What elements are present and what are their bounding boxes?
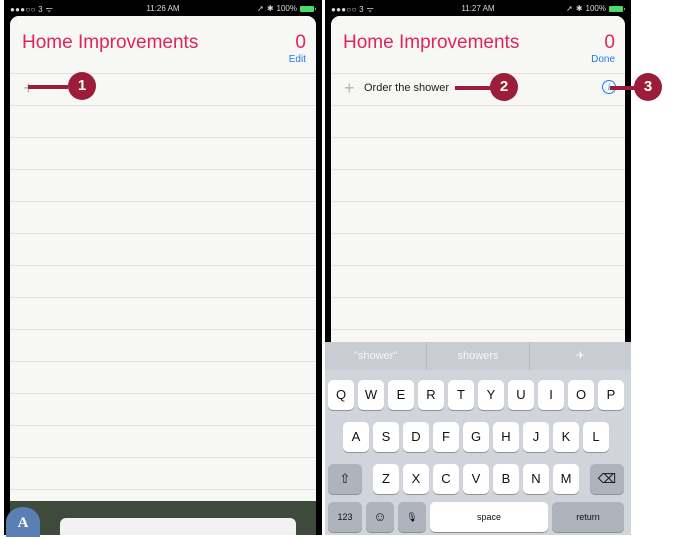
battery-icon [300,5,316,12]
key-n[interactable]: N [523,464,549,494]
callout-a: A [6,507,40,537]
list-title: Home Improvements [22,32,199,53]
status-bar: ●●●○○ 3 ᯤ 11:27 AM ➚ ✱ 100% [325,0,631,16]
done-button[interactable]: Done [591,54,615,65]
bluetooth-icon: ✱ [575,4,583,13]
callout-1: 1 [68,72,96,100]
key-k[interactable]: K [553,422,579,452]
callout-3: 3 [634,73,662,101]
suggestion-3[interactable]: ✈ [530,342,631,370]
list-header: Home Improvements 0 Edit [10,16,316,74]
item-count: 0 [604,32,615,53]
right-phone-screen: ●●●○○ 3 ᯤ 11:27 AM ➚ ✱ 100% Home Improve… [325,0,631,535]
status-bar: ●●●○○ 3 ᯤ 11:26 AM ➚ ✱ 100% [4,0,322,16]
suggestion-2[interactable]: showers [427,342,530,370]
divider [10,73,316,74]
battery-percent: 100% [585,4,606,13]
status-right: ➚ ✱ 100% [257,4,316,13]
keyboard: "shower" showers ✈ Q W E R T Y U I O P A… [325,342,631,535]
key-r[interactable]: R [418,380,444,410]
shift-key[interactable]: ⇧ [328,464,362,494]
callout-2-pointer [455,86,495,90]
key-i[interactable]: I [538,380,564,410]
add-reminder-plus-icon[interactable]: + [344,79,355,97]
item-count: 0 [295,32,306,53]
scheduled-list-bar [10,501,316,535]
return-key[interactable]: return [552,502,624,532]
numbers-key[interactable]: 123 [328,502,362,532]
key-a[interactable]: A [343,422,369,452]
stacked-list-card[interactable] [60,518,296,535]
delete-key[interactable]: ⌫ [590,464,624,494]
key-b[interactable]: B [493,464,519,494]
reminder-text-input[interactable]: Order the shower [364,82,449,94]
left-phone-screen: ●●●○○ 3 ᯤ 11:26 AM ➚ ✱ 100% Home Improve… [4,0,322,535]
key-s[interactable]: S [373,422,399,452]
callout-1-pointer [28,85,68,89]
bluetooth-icon: ✱ [266,4,274,13]
key-x[interactable]: X [403,464,429,494]
divider [331,73,625,74]
key-w[interactable]: W [358,380,384,410]
microphone-icon[interactable]: 🎙 [398,502,426,532]
status-right: ➚ ✱ 100% [566,4,625,13]
key-f[interactable]: F [433,422,459,452]
key-j[interactable]: J [523,422,549,452]
key-q[interactable]: Q [328,380,354,410]
battery-percent: 100% [276,4,297,13]
key-e[interactable]: E [388,380,414,410]
key-m[interactable]: M [553,464,579,494]
key-u[interactable]: U [508,380,534,410]
suggestion-1[interactable]: "shower" [325,342,428,370]
location-icon: ➚ [257,4,264,13]
emoji-icon[interactable]: ☺ [366,502,394,532]
list-title: Home Improvements [343,32,520,53]
key-c[interactable]: C [433,464,459,494]
predictive-bar: "shower" showers ✈ [325,342,631,370]
key-y[interactable]: Y [478,380,504,410]
key-z[interactable]: Z [373,464,399,494]
key-t[interactable]: T [448,380,474,410]
location-icon: ➚ [566,4,573,13]
space-key[interactable]: space [430,502,548,532]
list-header: Home Improvements 0 Done [331,16,625,74]
key-g[interactable]: G [463,422,489,452]
key-h[interactable]: H [493,422,519,452]
key-d[interactable]: D [403,422,429,452]
key-o[interactable]: O [568,380,594,410]
edit-button[interactable]: Edit [289,54,306,65]
battery-icon [609,5,625,12]
key-l[interactable]: L [583,422,609,452]
callout-2: 2 [490,73,518,101]
key-p[interactable]: P [598,380,624,410]
key-v[interactable]: V [463,464,489,494]
